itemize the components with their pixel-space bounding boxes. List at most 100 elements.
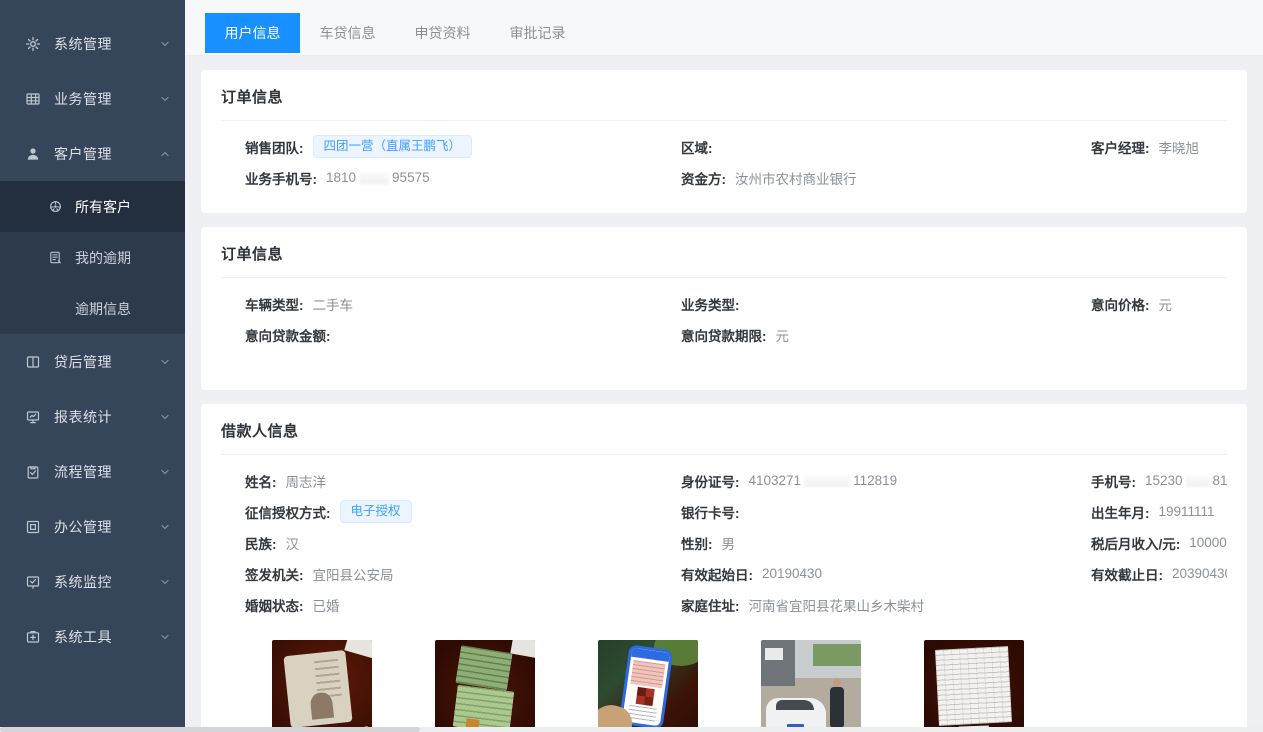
sidebar-item-process-management[interactable]: 流程管理 (0, 444, 185, 499)
field-label: 业务类型: (681, 294, 740, 314)
field-label: 有效起始日: (681, 564, 753, 584)
monitor-check-icon (25, 574, 41, 590)
photo-item: 本人照 (272, 640, 372, 732)
sidebar-item-my-overdue[interactable]: 我的逾期 (0, 232, 185, 283)
field-label: 出生年月: (1091, 502, 1150, 522)
field-business-phone: 业务手机号: 181095575 (245, 162, 681, 193)
field-value: 元 (776, 325, 790, 345)
sidebar-item-office-management[interactable]: 办公管理 (0, 499, 185, 554)
tab-content: 订单信息 销售团队: 四团一营（直属王鹏飞） 区域: 客户经理: 李晓旭 (185, 56, 1263, 732)
document-photo-list: 本人照 驾驶证照片 授权证明 (272, 640, 1227, 732)
field-label: 区域: (681, 137, 713, 157)
id-card-photo-thumbnail[interactable] (272, 640, 372, 732)
field-label: 意向贷款期限: (681, 325, 767, 345)
field-region: 区域: (681, 131, 1091, 162)
sidebar-item-customer-management[interactable]: 客户管理 (0, 126, 185, 181)
tab-user-info[interactable]: 用户信息 (205, 13, 300, 53)
sidebar-item-system-management[interactable]: 系统管理 (0, 16, 185, 71)
sidebar-item-label: 我的逾期 (75, 248, 131, 268)
phone-qr-photo-thumbnail[interactable] (598, 640, 698, 732)
field-label: 婚姻状态: (245, 595, 304, 615)
order-info-card-2: 订单信息 车辆类型: 二手车 业务类型: 意向价格: 元 (201, 227, 1247, 390)
field-monthly-income: 税后月收入/元: 10000 (1091, 527, 1227, 558)
sidebar-item-business-management[interactable]: 业务管理 (0, 71, 185, 126)
tab-loan-apply-docs[interactable]: 申贷资料 (395, 13, 490, 53)
field-value: 181095575 (326, 170, 430, 185)
field-value: 已婚 (313, 595, 340, 615)
field-label: 手机号: (1091, 471, 1136, 491)
field-label: 征信授权方式: (245, 502, 331, 522)
sidebar-item-label: 办公管理 (54, 517, 159, 537)
field-home-address: 家庭住址: 河南省宜阳县花果山乡木柴村 (681, 589, 1091, 620)
field-empty (1091, 589, 1227, 620)
photo-item: 授权证明 (598, 640, 698, 732)
field-value: 汝州市农村商业银行 (735, 168, 857, 188)
toolbox-icon (25, 629, 41, 645)
field-value: 李晓旭 (1159, 137, 1200, 157)
chevron-down-icon (159, 466, 171, 478)
redaction-blur (1186, 475, 1210, 487)
photo-item: 人车照 (761, 640, 861, 732)
field-value: 周志洋 (286, 471, 327, 491)
field-value: 二手车 (313, 294, 354, 314)
field-label: 业务手机号: (245, 168, 317, 188)
person-car-photo-thumbnail[interactable] (761, 640, 861, 732)
field-issuing-authority: 签发机关: 宜阳县公安局 (245, 558, 681, 589)
field-value: 19911111 (1159, 504, 1215, 519)
field-label: 意向贷款金额: (245, 325, 331, 345)
section-title: 订单信息 (221, 243, 1227, 264)
redaction-blur (804, 475, 850, 487)
field-value: 男 (722, 533, 736, 553)
field-valid-from: 有效起始日: 20190430 (681, 558, 1091, 589)
field-label: 签发机关: (245, 564, 304, 584)
field-value: 4103271112819 (749, 473, 898, 488)
field-credit-auth-method: 征信授权方式: 电子授权 (245, 496, 681, 527)
field-label: 客户经理: (1091, 137, 1150, 157)
chevron-up-icon (159, 148, 171, 160)
field-marital-status: 婚姻状态: 已婚 (245, 589, 681, 620)
tab-car-loan-info[interactable]: 车贷信息 (300, 13, 395, 53)
monitor-icon (25, 409, 41, 425)
sidebar-item-all-customers[interactable]: 所有客户 (0, 181, 185, 232)
divider (221, 277, 1227, 278)
book-icon (25, 354, 41, 370)
field-value: 10000 (1189, 535, 1227, 550)
app-window: 系统管理 业务管理 客户管理 所有客户 我的逾期 逾期信息 (0, 0, 1263, 732)
field-label: 车辆类型: (245, 294, 304, 314)
tab-approval-records[interactable]: 审批记录 (490, 13, 585, 53)
grid-icon (25, 91, 41, 107)
document-photo-thumbnail[interactable] (924, 640, 1024, 732)
archive-icon (25, 519, 41, 535)
field-empty (1091, 319, 1227, 350)
field-valid-to: 有效截止日: 20390430 (1091, 558, 1227, 589)
field-intent-loan-amount: 意向贷款金额: (245, 319, 681, 350)
sidebar: 系统管理 业务管理 客户管理 所有客户 我的逾期 逾期信息 (0, 0, 185, 732)
divider (221, 120, 1227, 121)
field-name: 姓名: 周志洋 (245, 465, 681, 496)
sidebar-item-overdue-info[interactable]: 逾期信息 (0, 283, 185, 334)
field-intent-loan-term: 意向贷款期限: 元 (681, 319, 1091, 350)
section-title: 订单信息 (221, 86, 1227, 107)
customer-management-submenu: 所有客户 我的逾期 逾期信息 (0, 181, 185, 334)
sidebar-item-post-loan-management[interactable]: 贷后管理 (0, 334, 185, 389)
horizontal-scrollbar[interactable] (0, 727, 1263, 732)
chevron-down-icon (159, 411, 171, 423)
field-mobile: 手机号: 152308137 (1091, 465, 1227, 496)
sidebar-item-label: 系统管理 (54, 34, 159, 54)
sidebar-item-label: 贷后管理 (54, 352, 159, 372)
scrollbar-thumb[interactable] (0, 727, 420, 732)
sidebar-item-system-monitor[interactable]: 系统监控 (0, 554, 185, 609)
field-label: 有效截止日: (1091, 564, 1163, 584)
chevron-down-icon (159, 93, 171, 105)
detail-tabbar: 用户信息 车贷信息 申贷资料 审批记录 (185, 0, 1263, 56)
field-label: 意向价格: (1091, 294, 1150, 314)
field-gender: 性别: 男 (681, 527, 1091, 558)
sidebar-item-label: 业务管理 (54, 89, 159, 109)
sidebar-item-report-statistics[interactable]: 报表统计 (0, 389, 185, 444)
field-bank-card: 银行卡号: (681, 496, 1091, 527)
field-label: 性别: (681, 533, 713, 553)
field-intent-price: 意向价格: 元 (1091, 288, 1227, 319)
field-label: 身份证号: (681, 471, 740, 491)
green-booklet-photo-thumbnail[interactable] (435, 640, 535, 732)
sidebar-item-system-tools[interactable]: 系统工具 (0, 609, 185, 664)
